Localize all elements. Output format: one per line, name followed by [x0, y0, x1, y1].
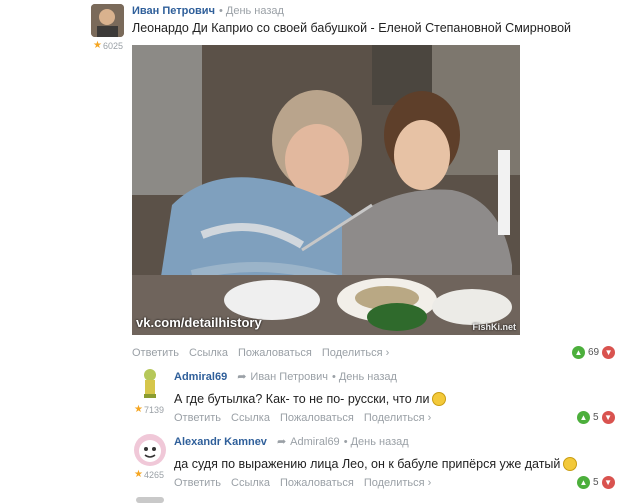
comment-actions: Ответить Ссылка Пожаловаться Поделиться … [174, 477, 441, 489]
photo-watermark-right: FishKi.net [472, 322, 516, 332]
share-button[interactable]: Поделиться › [364, 412, 431, 424]
reply-button[interactable]: Ответить [174, 412, 221, 424]
post-author-avatar[interactable] [91, 4, 124, 37]
thumb-up-icon[interactable]: ▲ [572, 346, 585, 359]
link-button[interactable]: Ссылка [231, 477, 270, 489]
reply-to-name[interactable]: Admiral69 [290, 436, 340, 448]
share-button[interactable]: Поделиться › [322, 347, 389, 359]
star-icon: ★ [93, 40, 102, 51]
star-icon: ★ [134, 469, 143, 480]
share-button[interactable]: Поделиться › [364, 477, 431, 489]
comment-author-rating: ★ 7139 [134, 404, 164, 415]
star-icon: ★ [134, 404, 143, 415]
report-button[interactable]: Пожаловаться [238, 347, 312, 359]
photo-watermark-left: vk.com/detailhistory [136, 315, 262, 330]
comment-time: • День назад [331, 370, 397, 383]
vote-count: 5 [593, 477, 599, 488]
reply-arrow-icon: ➦ [276, 436, 287, 448]
reply-to-name[interactable]: Иван Петрович [250, 371, 328, 383]
comment-vote: ▲ 5 ▼ [577, 411, 615, 424]
post-vote: ▲ 69 ▼ [572, 346, 616, 359]
next-comment-avatar[interactable] [136, 497, 164, 503]
reply-button[interactable]: Ответить [132, 347, 179, 359]
post-photo[interactable]: vk.com/detailhistory FishKi.net [132, 45, 520, 335]
comment-time: • День назад [343, 435, 409, 448]
smile-emoji-icon [563, 456, 578, 471]
comment-text: А где бутылка? Как- то не по- русски, чт… [174, 392, 430, 406]
smile-emoji-icon [432, 391, 447, 406]
post-actions: Ответить Ссылка Пожаловаться Поделиться … [132, 347, 399, 359]
thumb-up-icon[interactable]: ▲ [577, 476, 590, 489]
vote-count: 5 [593, 412, 599, 423]
report-button[interactable]: Пожаловаться [280, 412, 354, 424]
photo-illustration [132, 45, 520, 335]
comment-author-avatar[interactable] [134, 434, 166, 466]
post-author-name[interactable]: Иван Петрович [132, 5, 215, 17]
comment-author-rating: ★ 4265 [134, 469, 164, 480]
reply-button[interactable]: Ответить [174, 477, 221, 489]
thumb-down-icon[interactable]: ▼ [602, 346, 616, 359]
report-button[interactable]: Пожаловаться [280, 477, 354, 489]
comment-author-name[interactable]: Admiral69 [174, 371, 227, 383]
post-text: Леонардо Ди Каприо со своей бабушкой - Е… [132, 21, 572, 35]
comment-author-name[interactable]: Alexandr Kamnev [174, 436, 267, 448]
post-time: • День назад [218, 5, 284, 17]
thumb-down-icon[interactable]: ▼ [601, 411, 615, 424]
rating-value: 4265 [143, 469, 164, 480]
comment-text: да судя по выражению лица Лео, он к бабу… [174, 457, 561, 471]
rating-value: 6025 [102, 40, 123, 51]
rating-value: 7139 [143, 404, 164, 415]
comment-author-avatar[interactable] [136, 366, 164, 400]
comment-vote: ▲ 5 ▼ [577, 476, 615, 489]
link-button[interactable]: Ссылка [189, 347, 228, 359]
vote-count: 69 [588, 347, 600, 358]
link-button[interactable]: Ссылка [231, 412, 270, 424]
reply-arrow-icon: ➦ [237, 371, 247, 383]
thumb-down-icon[interactable]: ▼ [601, 476, 615, 489]
thumb-up-icon[interactable]: ▲ [577, 411, 590, 424]
post-author-rating: ★ 6025 [93, 40, 123, 51]
comment-actions: Ответить Ссылка Пожаловаться Поделиться … [174, 412, 441, 424]
